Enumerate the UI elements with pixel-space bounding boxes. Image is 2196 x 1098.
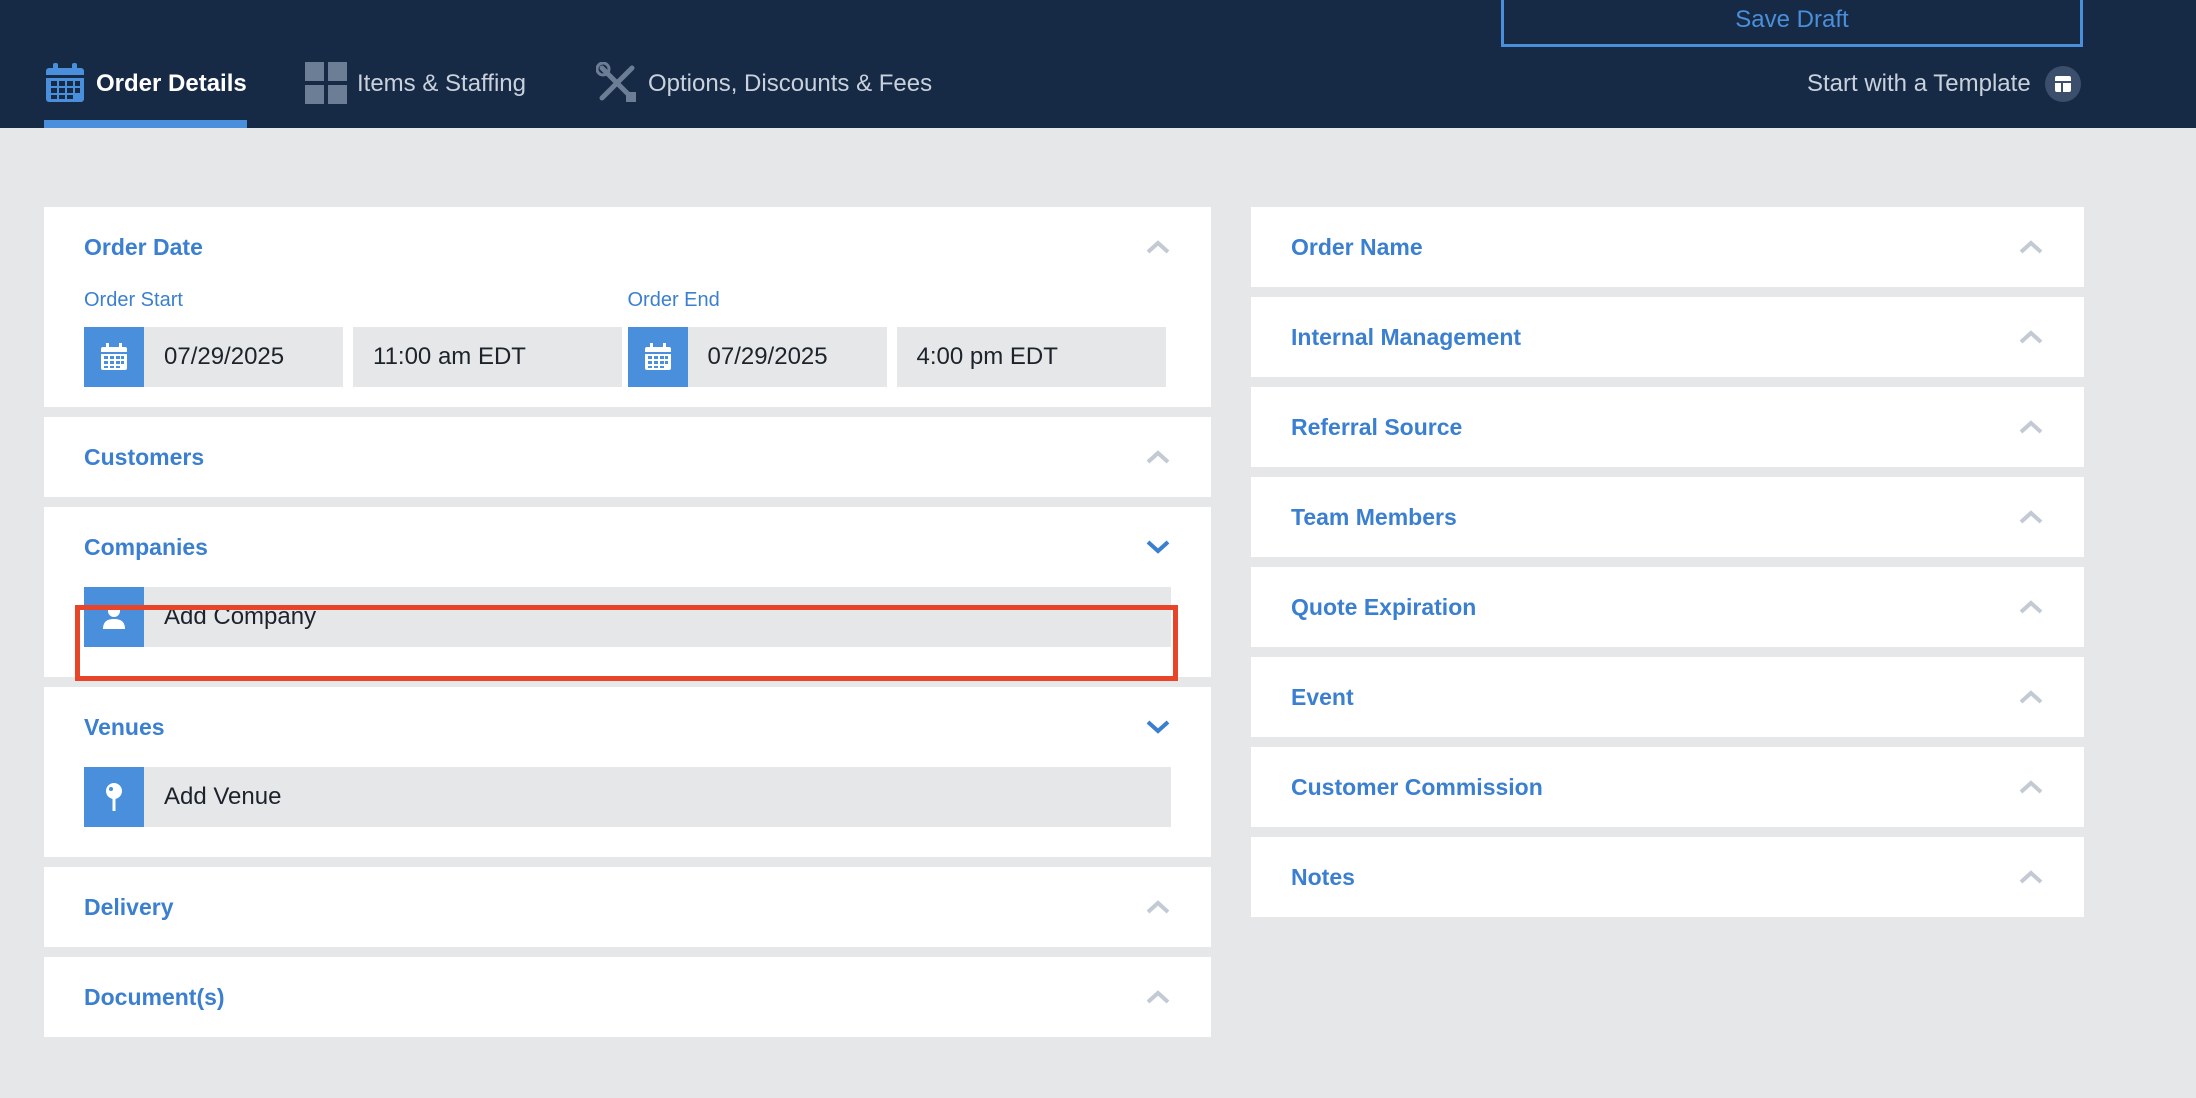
tab-items-staffing[interactable]: Items & Staffing: [305, 58, 526, 128]
chevron-up-icon[interactable]: [1145, 449, 1171, 465]
event-header[interactable]: Event: [1251, 657, 2084, 737]
end-date-field[interactable]: 07/29/2025: [687, 327, 887, 387]
internal-management-header[interactable]: Internal Management: [1251, 297, 2084, 377]
panel-title: Document(s): [84, 983, 225, 1010]
add-venue-button[interactable]: Add Venue: [84, 767, 1171, 827]
notes-panel: Notes: [1251, 837, 2084, 917]
panel-title: Quote Expiration: [1291, 593, 1477, 620]
event-panel: Event: [1251, 657, 2084, 737]
chevron-up-icon[interactable]: [2018, 599, 2044, 615]
tab-label: Options, Discounts & Fees: [648, 70, 933, 97]
add-venue-label: Add Venue: [164, 783, 282, 810]
order-name-panel: Order Name: [1251, 207, 2084, 287]
referral-source-panel: Referral Source: [1251, 387, 2084, 467]
order-date-panel: Order Date Order Start 07/29/2025 11:00 …: [44, 207, 1211, 407]
tab-label: Items & Staffing: [357, 70, 526, 97]
grid-icon: [305, 62, 347, 104]
chevron-down-icon[interactable]: [1145, 719, 1171, 735]
calendar-icon: [101, 343, 127, 370]
customers-header[interactable]: Customers: [44, 417, 1211, 497]
notes-header[interactable]: Notes: [1251, 837, 2084, 917]
template-link-label: Start with a Template: [1807, 70, 2031, 97]
venues-panel: Venues Add Venue: [44, 687, 1211, 857]
panel-title: Order Date: [84, 233, 203, 260]
order-end-label: Order End: [627, 289, 720, 311]
internal-management-panel: Internal Management: [1251, 297, 2084, 377]
panel-title: Customers: [84, 443, 205, 470]
start-date-picker-button[interactable]: [84, 327, 144, 387]
chevron-up-icon[interactable]: [1145, 989, 1171, 1005]
chevron-up-icon[interactable]: [2018, 329, 2044, 345]
start-with-template-link[interactable]: Start with a Template: [1807, 66, 2081, 102]
add-company-label: Add Company: [164, 603, 317, 630]
chevron-up-icon[interactable]: [2018, 239, 2044, 255]
panel-title: Event: [1291, 683, 1354, 710]
panel-title: Venues: [84, 713, 165, 740]
chevron-up-icon[interactable]: [2018, 419, 2044, 435]
add-company-button[interactable]: Add Company: [84, 587, 1171, 647]
customers-panel: Customers: [44, 417, 1211, 497]
documents-header[interactable]: Document(s): [44, 957, 1211, 1037]
start-date-field[interactable]: 07/29/2025: [144, 327, 343, 387]
tab-order-details[interactable]: Order Details: [44, 58, 247, 128]
save-draft-button[interactable]: Save Draft: [1501, 0, 2083, 47]
companies-panel: Companies Add Company: [44, 507, 1211, 677]
panel-title: Notes: [1291, 863, 1355, 890]
top-header: Save Draft Order Details Items & Staffin…: [0, 0, 2196, 128]
customer-commission-header[interactable]: Customer Commission: [1251, 747, 2084, 827]
panel-title: Internal Management: [1291, 323, 1522, 350]
documents-panel: Document(s): [44, 957, 1211, 1037]
user-icon: [84, 587, 144, 647]
quote-expiration-header[interactable]: Quote Expiration: [1251, 567, 2084, 647]
referral-source-header[interactable]: Referral Source: [1251, 387, 2084, 467]
order-date-header[interactable]: Order Date: [44, 207, 1211, 287]
calendar-icon: [44, 62, 86, 104]
chevron-up-icon[interactable]: [2018, 509, 2044, 525]
template-icon: [2044, 66, 2081, 102]
panel-title: Order Name: [1291, 233, 1423, 260]
panel-title: Team Members: [1291, 503, 1457, 530]
order-start-group: Order Start 07/29/2025 11:00 am EDT: [84, 287, 628, 387]
team-members-header[interactable]: Team Members: [1251, 477, 2084, 557]
chevron-up-icon[interactable]: [2018, 689, 2044, 705]
tools-icon: [595, 61, 638, 104]
panel-title: Companies: [84, 533, 208, 560]
panel-title: Delivery: [84, 893, 174, 920]
calendar-icon: [644, 343, 671, 370]
chevron-up-icon[interactable]: [2018, 779, 2044, 795]
delivery-panel: Delivery: [44, 867, 1211, 947]
panel-title: Customer Commission: [1291, 773, 1543, 800]
delivery-header[interactable]: Delivery: [44, 867, 1211, 947]
right-column: Order Name Internal Management Referral …: [1251, 207, 2084, 927]
left-column: Order Date Order Start 07/29/2025 11:00 …: [44, 207, 1211, 1047]
panel-title: Referral Source: [1291, 413, 1463, 440]
companies-header[interactable]: Companies: [44, 507, 1211, 587]
end-date-picker-button[interactable]: [627, 327, 688, 387]
venues-header[interactable]: Venues: [44, 687, 1211, 767]
customer-commission-panel: Customer Commission: [1251, 747, 2084, 827]
tab-label: Order Details: [96, 70, 247, 97]
order-name-header[interactable]: Order Name: [1251, 207, 2084, 287]
map-pin-icon: [84, 767, 144, 827]
team-members-panel: Team Members: [1251, 477, 2084, 557]
end-time-field[interactable]: 4:00 pm EDT: [896, 327, 1166, 387]
chevron-up-icon[interactable]: [2018, 869, 2044, 885]
chevron-down-icon[interactable]: [1145, 539, 1171, 555]
chevron-up-icon[interactable]: [1145, 239, 1171, 255]
start-time-field[interactable]: 11:00 am EDT: [353, 327, 622, 387]
order-start-label: Order Start: [84, 289, 183, 311]
quote-expiration-panel: Quote Expiration: [1251, 567, 2084, 647]
chevron-up-icon[interactable]: [1145, 899, 1171, 915]
tab-options-discounts-fees[interactable]: Options, Discounts & Fees: [595, 58, 933, 128]
order-end-group: Order End 07/29/2025 4:00 pm EDT: [627, 287, 1172, 387]
